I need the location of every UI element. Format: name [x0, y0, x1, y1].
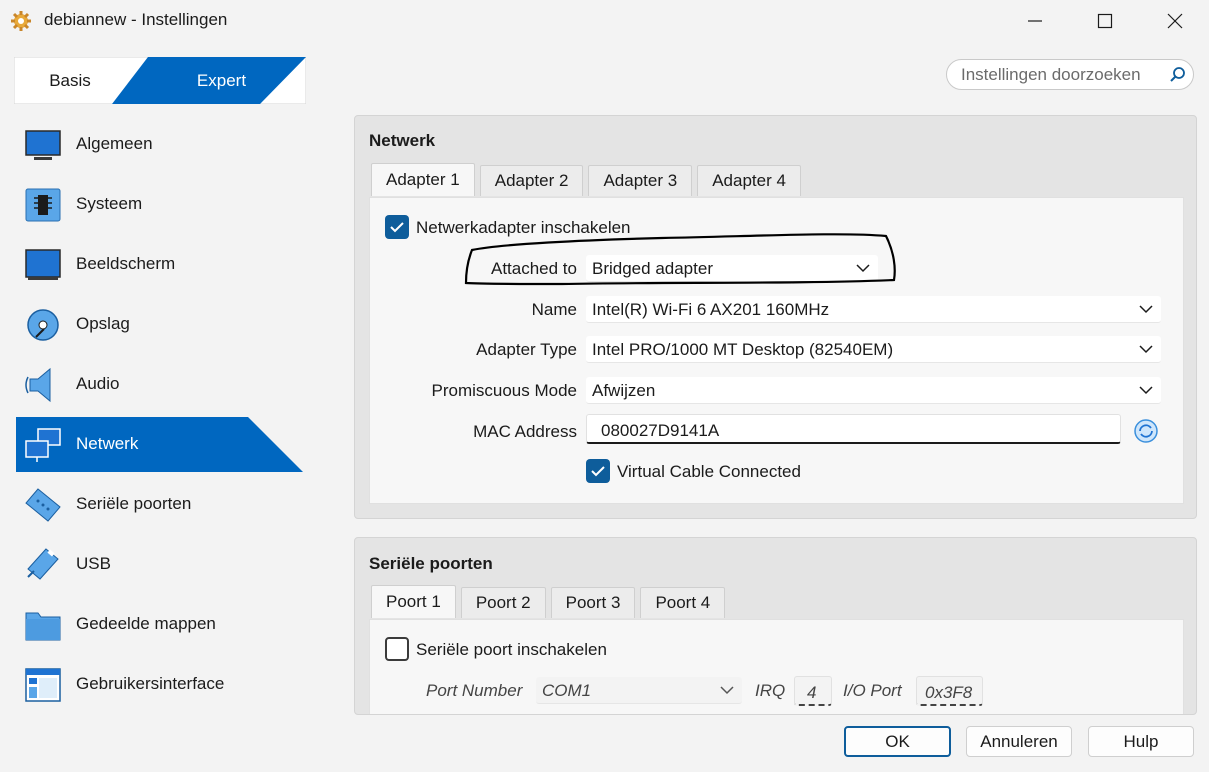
window-title: debiannew - Instellingen — [44, 10, 228, 29]
monitor-icon — [25, 130, 61, 160]
network-panel: Netwerk Adapter 1 Adapter 2 Adapter 3 Ad… — [354, 115, 1197, 519]
tab-port-2[interactable]: Poort 2 — [460, 587, 546, 618]
cable-connected-label: Virtual Cable Connected — [617, 462, 801, 481]
network-icon — [25, 428, 61, 462]
minimize-button[interactable] — [1000, 0, 1070, 42]
chevron-down-icon — [720, 686, 734, 695]
port-tab-content: Seriële poort inschakelen Port Number CO… — [369, 619, 1184, 714]
promiscuous-mode-dropdown[interactable]: Afwijzen — [586, 377, 1161, 404]
network-panel-title: Netwerk — [369, 131, 436, 150]
chip-icon — [25, 188, 61, 222]
port-number-value: COM1 — [542, 681, 592, 700]
adapter-type-value: Intel PRO/1000 MT Desktop (82540EM) — [592, 340, 894, 359]
checkmark-icon — [591, 466, 605, 477]
irq-field[interactable]: 4 — [794, 676, 832, 706]
irq-label: IRQ — [755, 681, 786, 700]
disk-icon — [27, 309, 59, 341]
refresh-mac-icon[interactable] — [1132, 418, 1160, 444]
promiscuous-mode-value: Afwijzen — [592, 381, 656, 400]
adapter-type-label: Adapter Type — [476, 340, 577, 359]
cable-connected-checkbox[interactable] — [586, 459, 610, 483]
tab-adapter-3[interactable]: Adapter 3 — [588, 165, 693, 196]
mode-expert-button[interactable]: Expert — [164, 57, 279, 104]
mac-address-label: MAC Address — [473, 422, 577, 441]
sidebar-item-label: Opslag — [76, 314, 130, 333]
port-number-label: Port Number — [426, 681, 523, 700]
serial-port-icon — [25, 488, 61, 522]
name-value: Intel(R) Wi-Fi 6 AX201 160MHz — [592, 300, 830, 319]
sidebar-item-usb[interactable]: USB — [16, 537, 306, 592]
close-button[interactable] — [1140, 0, 1209, 42]
usb-icon — [27, 548, 59, 580]
sidebar-item-algemeen[interactable]: Algemeen — [16, 117, 306, 172]
adapter-type-dropdown[interactable]: Intel PRO/1000 MT Desktop (82540EM) — [586, 336, 1161, 363]
sidebar-item-opslag[interactable]: Opslag — [16, 297, 306, 352]
sidebar-item-label: Algemeen — [76, 134, 153, 153]
enable-adapter-checkbox[interactable] — [385, 215, 409, 239]
io-port-field[interactable]: 0x3F8 — [916, 676, 983, 706]
ok-button[interactable]: OK — [844, 726, 951, 757]
sidebar-item-label: Seriële poorten — [76, 494, 192, 513]
tab-port-3[interactable]: Poort 3 — [550, 587, 636, 618]
cancel-button[interactable]: Annuleren — [966, 726, 1072, 757]
close-icon — [1167, 13, 1183, 29]
hand-drawn-highlight — [464, 233, 896, 286]
tab-adapter-4[interactable]: Adapter 4 — [697, 165, 801, 196]
sidebar-item-label: Systeem — [76, 194, 143, 213]
mode-basis-button[interactable]: Basis — [14, 57, 126, 104]
maximize-icon — [1097, 13, 1113, 29]
sidebar-item-beeldscherm[interactable]: Beeldscherm — [16, 237, 306, 292]
io-port-value: 0x3F8 — [925, 683, 973, 702]
sidebar-item-gedeelde-mappen[interactable]: Gedeelde mappen — [16, 597, 306, 652]
chevron-down-icon — [1139, 305, 1153, 314]
port-tabs: Poort 1 Poort 2 Poort 3 Poort 4 — [371, 585, 726, 618]
io-port-label: I/O Port — [843, 681, 902, 700]
gear-icon — [11, 11, 31, 31]
chevron-down-icon — [1139, 386, 1153, 395]
sidebar-item-label: Audio — [76, 374, 120, 393]
promiscuous-mode-label: Promiscuous Mode — [431, 381, 577, 400]
maximize-button[interactable] — [1070, 0, 1140, 42]
display-icon — [25, 249, 61, 280]
enable-serial-checkbox[interactable] — [385, 637, 409, 661]
adapter-tabs: Adapter 1 Adapter 2 Adapter 3 Adapter 4 — [371, 163, 801, 196]
adapter-tab-content: Netwerkadapter inschakelen Attached to B… — [369, 197, 1184, 504]
sidebar-item-label: USB — [76, 554, 111, 573]
tab-adapter-2[interactable]: Adapter 2 — [479, 165, 584, 196]
speaker-icon — [25, 367, 51, 403]
sidebar-item-netwerk[interactable]: Netwerk — [16, 417, 306, 472]
chevron-down-icon — [1139, 345, 1153, 354]
name-dropdown[interactable]: Intel(R) Wi-Fi 6 AX201 160MHz — [586, 296, 1161, 323]
sidebar-item-seriele-poorten[interactable]: Seriële poorten — [16, 477, 306, 532]
mode-switch: Basis Expert — [14, 57, 306, 104]
window-layout-icon — [25, 668, 61, 702]
search-input[interactable] — [959, 64, 1159, 86]
tab-port-4[interactable]: Poort 4 — [640, 587, 726, 618]
search-icon — [1170, 67, 1185, 82]
title-bar: debiannew - Instellingen — [0, 0, 1209, 42]
tab-port-1[interactable]: Poort 1 — [371, 585, 456, 618]
sidebar-item-systeem[interactable]: Systeem — [16, 177, 306, 232]
sidebar-item-gebruikersinterface[interactable]: Gebruikersinterface — [16, 657, 306, 712]
enable-serial-label: Seriële poort inschakelen — [416, 640, 607, 659]
sidebar-item-label: Gebruikersinterface — [76, 674, 225, 693]
sidebar-item-audio[interactable]: Audio — [16, 357, 306, 412]
mac-address-value: 080027D9141A — [601, 421, 720, 440]
tab-adapter-1[interactable]: Adapter 1 — [371, 163, 475, 196]
minimize-icon — [1028, 20, 1042, 22]
sidebar-item-label: Gedeelde mappen — [76, 614, 216, 633]
port-number-dropdown[interactable]: COM1 — [536, 677, 742, 704]
serial-panel: Seriële poorten Poort 1 Poort 2 Poort 3 … — [354, 537, 1197, 715]
folder-icon — [25, 612, 61, 641]
mac-address-field[interactable]: 080027D9141A — [586, 414, 1121, 444]
settings-search[interactable] — [946, 59, 1194, 90]
sidebar-item-label: Beeldscherm — [76, 254, 176, 273]
irq-value: 4 — [807, 683, 817, 702]
help-button[interactable]: Hulp — [1088, 726, 1194, 757]
serial-panel-title: Seriële poorten — [369, 554, 493, 573]
name-label: Name — [531, 300, 577, 319]
checkmark-icon — [390, 222, 404, 233]
sidebar-item-label: Netwerk — [76, 434, 139, 453]
